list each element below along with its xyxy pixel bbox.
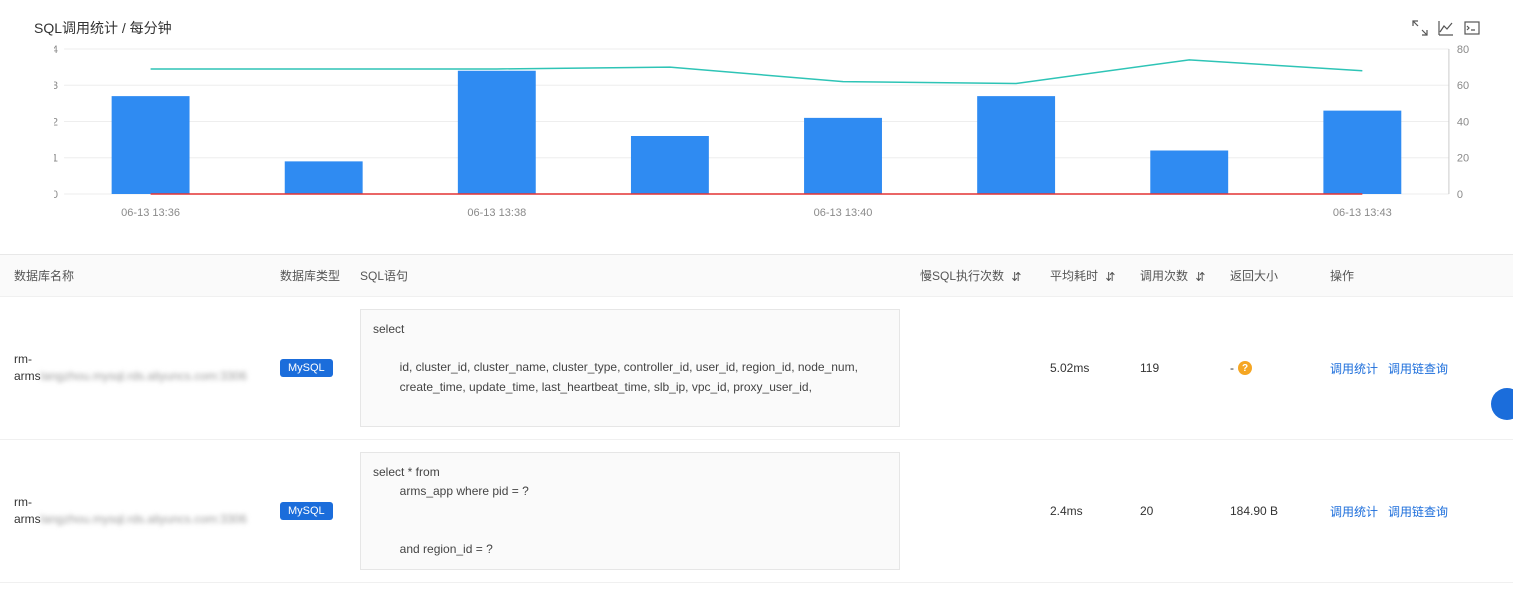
th-act: 操作 — [1320, 255, 1513, 297]
svg-text:0: 0 — [54, 189, 58, 201]
cell-retsize: 184.90 B — [1220, 440, 1320, 583]
svg-text:3: 3 — [54, 80, 58, 92]
line-chart-icon[interactable] — [1437, 19, 1455, 37]
cell-avg: 5.02ms — [1040, 297, 1130, 440]
sql-text-box[interactable]: select * from arms_app where pid = ? and… — [360, 452, 900, 570]
db-type-pill: MySQL — [280, 502, 333, 520]
chart-bar — [977, 96, 1055, 194]
chart-bar — [285, 161, 363, 194]
svg-text:06-13 13:43: 06-13 13:43 — [1333, 207, 1392, 219]
expand-icon[interactable] — [1411, 19, 1429, 37]
chart-bar — [112, 96, 190, 194]
sql-text-box[interactable]: select id, cluster_id, cluster_name, clu… — [360, 309, 900, 427]
svg-text:40: 40 — [1457, 117, 1469, 129]
db-name-prefix: rm- arms — [14, 352, 41, 383]
link-call-chain[interactable]: 调用链查询 — [1388, 505, 1448, 519]
sort-icon: ⇵ — [1011, 270, 1021, 284]
cell-count: 20 — [1130, 440, 1220, 583]
db-name-prefix: rm- arms — [14, 495, 41, 526]
cell-slowcount — [910, 297, 1040, 440]
db-host-blurred: langzhou.mysql.rds.aliyuncs.com:3306 — [41, 369, 247, 383]
link-call-chain[interactable]: 调用链查询 — [1388, 362, 1448, 376]
svg-text:60: 60 — [1457, 80, 1469, 92]
th-dbname: 数据库名称 — [0, 255, 270, 297]
chart-area: 0123402040608006-13 13:3606-13 13:3806-1… — [0, 44, 1513, 234]
chart-bar — [458, 71, 536, 194]
th-avg[interactable]: 平均耗时 ⇵ — [1040, 255, 1130, 297]
table-row: rm- armslangzhou.mysql.rds.aliyuncs.com:… — [0, 297, 1513, 440]
chart-bar — [804, 118, 882, 194]
cell-slowcount — [910, 440, 1040, 583]
link-call-stats[interactable]: 调用统计 — [1330, 505, 1378, 519]
chart-title: SQL调用统计 / 每分钟 — [34, 18, 172, 38]
sort-icon: ⇵ — [1195, 270, 1205, 284]
th-ret: 返回大小 — [1220, 255, 1320, 297]
svg-text:20: 20 — [1457, 153, 1469, 165]
th-slowcnt[interactable]: 慢SQL执行次数 ⇵ — [910, 255, 1040, 297]
cell-retsize: -? — [1220, 297, 1320, 440]
chart-line — [151, 60, 1363, 84]
table-row: rm- armslangzhou.mysql.rds.aliyuncs.com:… — [0, 440, 1513, 583]
cell-avg: 2.4ms — [1040, 440, 1130, 583]
sort-icon: ⇵ — [1105, 270, 1115, 284]
svg-text:80: 80 — [1457, 44, 1469, 56]
sql-table: 数据库名称 数据库类型 SQL语句 慢SQL执行次数 ⇵ 平均耗时 ⇵ 调用次数… — [0, 254, 1513, 583]
terminal-icon[interactable] — [1463, 19, 1481, 37]
svg-text:06-13 13:40: 06-13 13:40 — [814, 207, 873, 219]
svg-text:2: 2 — [54, 117, 58, 129]
db-type-pill: MySQL — [280, 359, 333, 377]
th-sql: SQL语句 — [350, 255, 910, 297]
th-cnt[interactable]: 调用次数 ⇵ — [1130, 255, 1220, 297]
chart-bar — [1323, 111, 1401, 194]
svg-text:4: 4 — [54, 44, 58, 56]
warning-icon: ? — [1238, 361, 1252, 375]
chart-bar — [631, 136, 709, 194]
cell-count: 119 — [1130, 297, 1220, 440]
chart-bar — [1150, 151, 1228, 195]
db-host-blurred: langzhou.mysql.rds.aliyuncs.com:3306 — [41, 512, 247, 526]
th-dbtype: 数据库类型 — [270, 255, 350, 297]
link-call-stats[interactable]: 调用统计 — [1330, 362, 1378, 376]
svg-text:06-13 13:38: 06-13 13:38 — [467, 207, 526, 219]
svg-text:1: 1 — [54, 153, 58, 165]
svg-text:0: 0 — [1457, 189, 1463, 201]
svg-text:06-13 13:36: 06-13 13:36 — [121, 207, 180, 219]
